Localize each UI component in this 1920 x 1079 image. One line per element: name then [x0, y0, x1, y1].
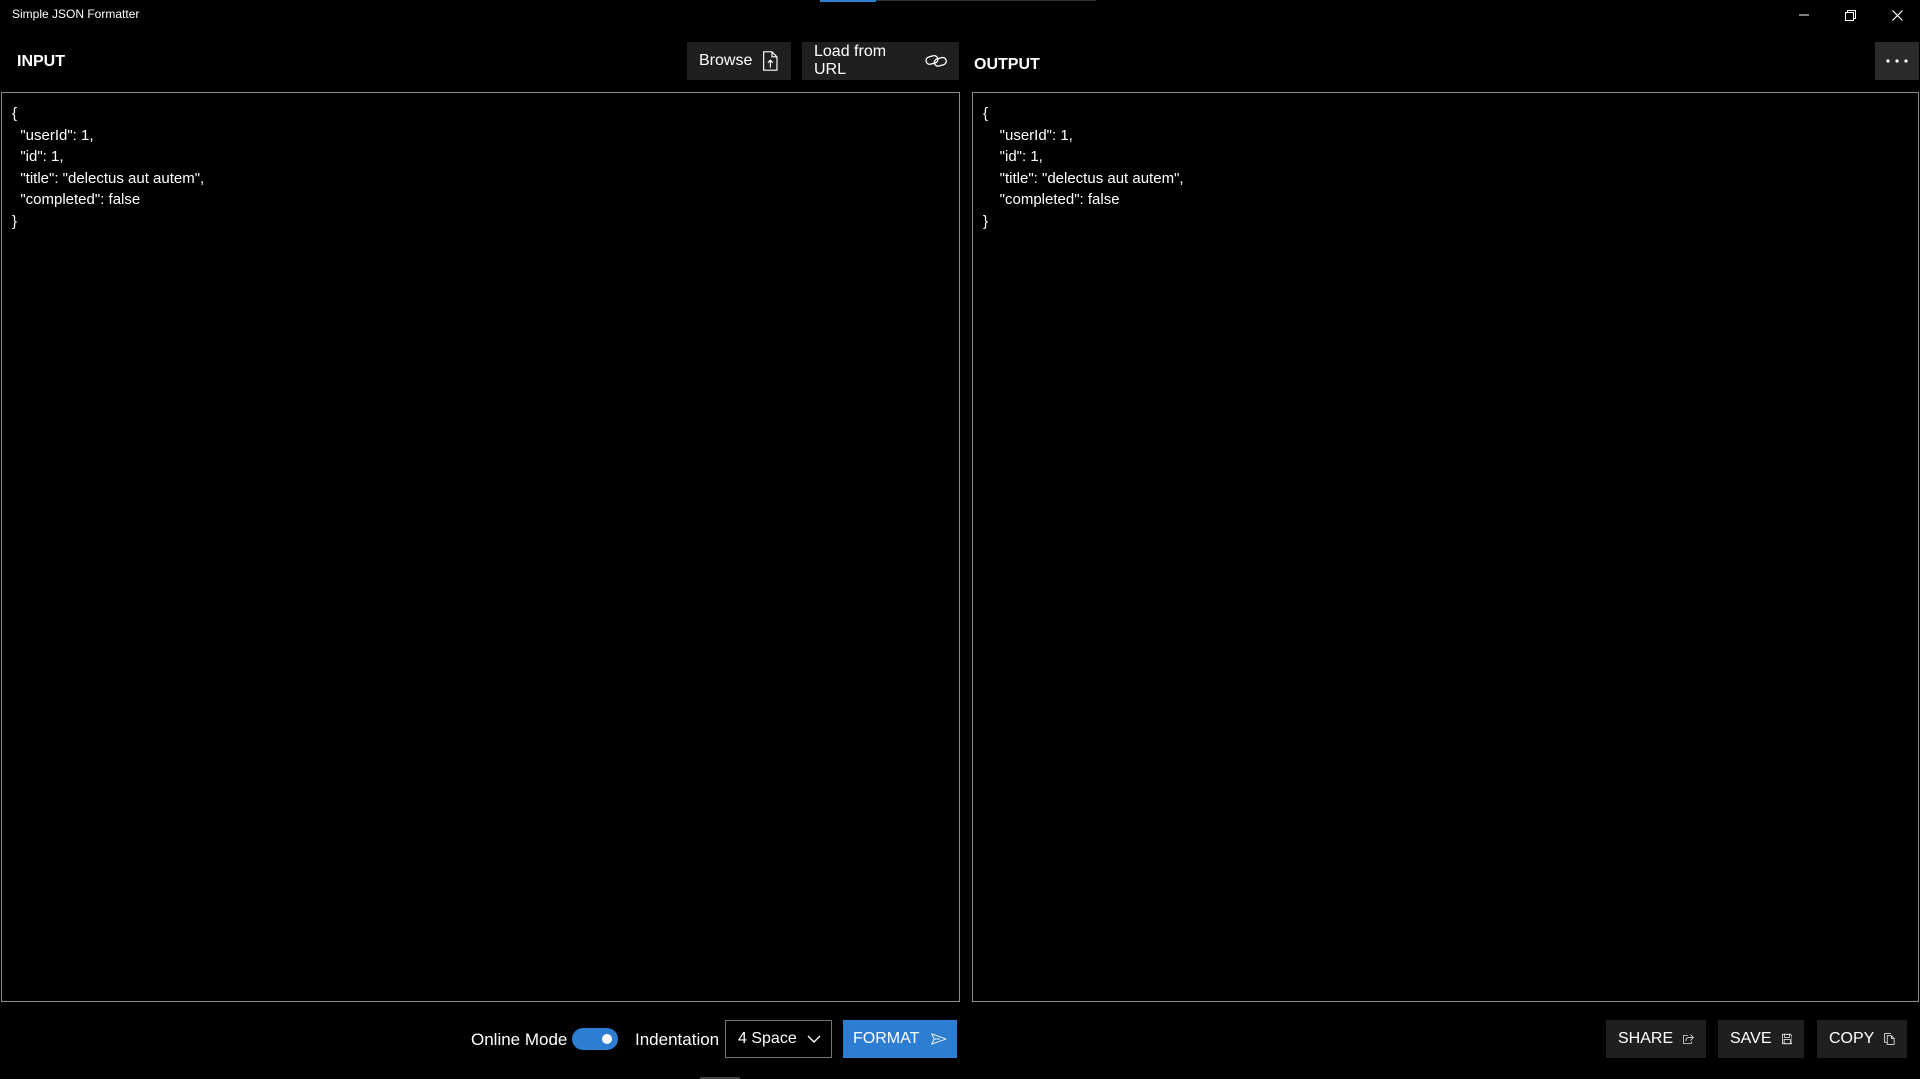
share-button-label: SHARE [1618, 1030, 1674, 1047]
close-button[interactable] [1874, 0, 1920, 30]
save-icon [1781, 1033, 1792, 1045]
restore-icon [1844, 9, 1856, 21]
browse-button-label: Browse [699, 52, 753, 69]
minimize-button[interactable] [1781, 0, 1827, 30]
output-editor[interactable]: { "userId": 1, "id": 1, "title": "delect… [972, 92, 1919, 1002]
save-button-label: SAVE [1730, 1030, 1772, 1047]
load-from-url-button[interactable]: Load from URL [802, 42, 959, 80]
output-text[interactable]: { "userId": 1, "id": 1, "title": "delect… [983, 103, 1908, 232]
input-editor[interactable]: { "userId": 1, "id": 1, "title": "delect… [1, 92, 960, 1002]
output-label: OUTPUT [974, 56, 1040, 73]
indentation-label: Indentation [635, 1030, 720, 1049]
online-mode-toggle[interactable] [572, 1028, 618, 1050]
close-icon [1891, 9, 1903, 21]
copy-button[interactable]: COPY [1817, 1020, 1907, 1058]
indentation-value: 4 Space [738, 1030, 797, 1047]
online-mode-label: Online Mode [471, 1030, 568, 1049]
copy-icon [1884, 1033, 1895, 1045]
link-icon [925, 54, 947, 67]
toggle-knob [602, 1034, 612, 1044]
chevron-down-icon [807, 1035, 821, 1043]
input-text[interactable]: { "userId": 1, "id": 1, "title": "delect… [12, 103, 949, 232]
indentation-select[interactable]: 4 Space [725, 1020, 832, 1058]
more-horizontal-icon [1886, 59, 1908, 63]
app-title: Simple JSON Formatter [12, 7, 140, 21]
load-from-url-label: Load from URL [814, 43, 887, 78]
format-button-label: FORMAT [853, 1030, 920, 1047]
browse-button[interactable]: Browse [687, 42, 791, 80]
send-icon [931, 1033, 947, 1045]
input-label: INPUT [17, 53, 65, 70]
top-track-indicator [876, 0, 1096, 1]
format-button[interactable]: FORMAT [843, 1020, 957, 1058]
save-button[interactable]: SAVE [1718, 1020, 1804, 1058]
share-icon [1683, 1034, 1694, 1044]
restore-button[interactable] [1827, 0, 1873, 30]
more-options-button[interactable] [1875, 42, 1919, 80]
file-upload-icon [763, 51, 778, 71]
title-bar: Simple JSON Formatter [0, 0, 1920, 30]
top-accent-indicator [820, 0, 876, 2]
share-button[interactable]: SHARE [1606, 1020, 1706, 1058]
copy-button-label: COPY [1829, 1030, 1875, 1047]
minimize-icon [1799, 14, 1809, 16]
